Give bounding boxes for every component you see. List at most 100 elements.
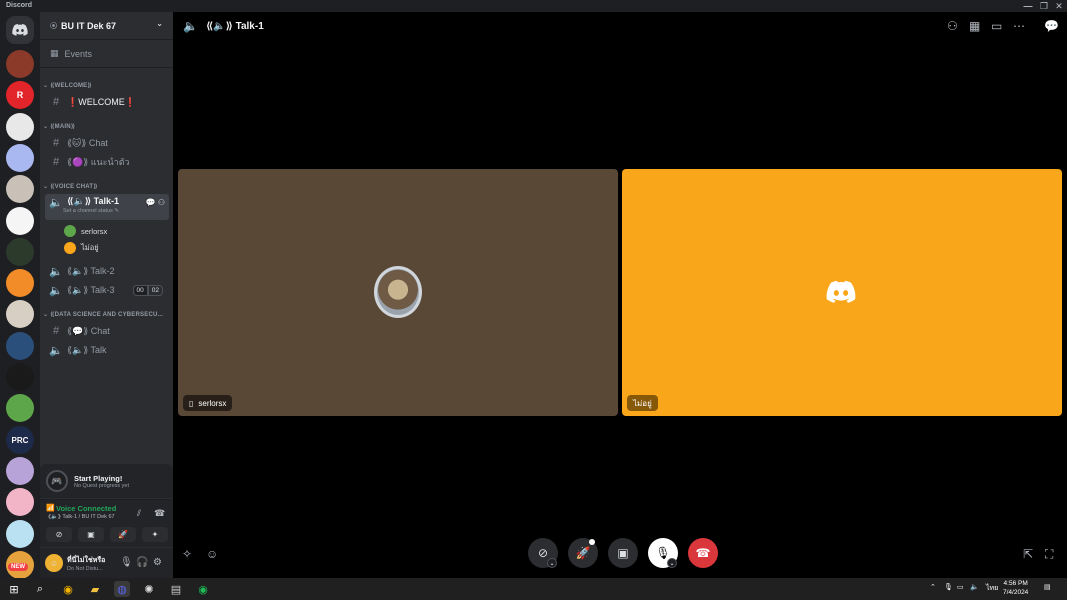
phone-hangup-icon: ☎ — [695, 546, 711, 560]
grid-layout-icon[interactable]: ▦ — [969, 19, 980, 33]
camera-off-button[interactable]: ⊘ ⌄ — [528, 538, 558, 568]
popout-icon[interactable]: ⇱ — [1023, 547, 1033, 561]
volume-icon[interactable]: 🔈 — [970, 583, 979, 591]
server-stack[interactable] — [6, 363, 34, 391]
server-bu-it[interactable] — [6, 238, 34, 266]
channel-ds-talk[interactable]: 🔈 ⟪🔈⟫ Talk — [45, 341, 169, 359]
minimize-button[interactable]: — — [1021, 0, 1035, 12]
microphone-icon[interactable]: 🎙 — [120, 557, 133, 568]
category-welcome[interactable]: ⌄ ⟪WELCOME⟫ — [43, 82, 92, 89]
server-anime-1[interactable] — [6, 175, 34, 203]
voice-location[interactable]: ⟪🔈⟫ Talk-1 / BU IT Dek 67 — [48, 514, 115, 520]
channel-talk-3[interactable]: 🔈 ⟪🔈⟫ Talk-3 00 02 — [45, 281, 169, 299]
avatar — [64, 242, 76, 254]
quest-title: Start Playing! — [74, 473, 123, 483]
channel-intro[interactable]: # ⟪🟣⟫ แนะนำตัว — [45, 153, 169, 171]
rocket-icon: 🚀 — [575, 546, 591, 560]
server-anime-2[interactable] — [6, 300, 34, 328]
search-icon[interactable]: ⌕ — [32, 581, 48, 597]
disconnect-icon[interactable]: ☎ — [154, 508, 165, 519]
quest-panel[interactable]: 🎮 Start Playing! No Quest progress yet — [40, 464, 173, 498]
chevron-down-icon[interactable]: ⌄ — [667, 558, 677, 568]
more-icon[interactable]: ⋯ — [1013, 19, 1025, 33]
category-data-science[interactable]: ⌄ ⟪DATA SCIENCE AND CYBERSECU... — [43, 311, 163, 318]
home-button[interactable] — [6, 16, 34, 44]
server-blue[interactable] — [6, 520, 34, 548]
terminal-icon[interactable]: ▤ — [168, 581, 184, 597]
voice-user-serlorsx[interactable]: serlorsx — [64, 223, 107, 239]
category-main[interactable]: ⌄ ⟪MAIN⟫ — [43, 123, 75, 130]
soundboard-button[interactable]: ✦ — [142, 527, 168, 542]
voice-user-away[interactable]: ไม่อยู่ — [64, 240, 99, 256]
screen-share-button[interactable]: ▣ — [78, 527, 104, 542]
channel-sidebar: ⦿ BU IT Dek 67 ⌄ ▦ Events ⌄ ⟪WELCOME⟫ # … — [40, 12, 173, 578]
chrome-icon[interactable]: ◉ — [60, 581, 76, 597]
channel-ds-chat[interactable]: # ⟪💬⟫ Chat — [45, 322, 169, 340]
server-bu-esports[interactable] — [6, 113, 34, 141]
discord-taskbar-icon[interactable]: ◍ — [114, 581, 130, 597]
guild-header[interactable]: ⦿ BU IT Dek 67 ⌄ — [40, 12, 173, 40]
camera-off-button[interactable]: ⊘ — [46, 527, 72, 542]
chevron-down-icon[interactable]: ⌄ — [547, 558, 557, 568]
gear-icon[interactable]: ⚙ — [153, 557, 162, 568]
participant-tile-away[interactable]: ไม่อยู่ — [622, 169, 1062, 416]
microphone-icon[interactable]: 🎙 — [944, 583, 953, 591]
channel-welcome[interactable]: # ❗WELCOME❗ — [45, 93, 169, 111]
windows-start-icon[interactable]: ⊞ — [6, 581, 22, 597]
activity-button[interactable]: 🚀 — [110, 527, 136, 542]
window-titlebar: Discord — ❐ ✕ — [0, 0, 1067, 12]
disconnect-button[interactable]: ☎ — [688, 538, 718, 568]
notification-icon[interactable]: ▤ — [1044, 583, 1051, 591]
server-avatar-1[interactable] — [6, 50, 34, 78]
soundboard-icon[interactable]: ✧ — [182, 547, 192, 561]
user-name: ที่นี่ไม่ใช่หรือ — [67, 556, 106, 564]
microphone-button[interactable]: 🎙 ⌄ — [648, 538, 678, 568]
server-night[interactable] — [6, 332, 34, 360]
user-count-badge: 00 02 — [132, 284, 163, 296]
channel-talk-1[interactable]: 🔈 ⟪🔈⟫ Talk-1 Set a channel status ✎ 💬 ⚇ — [45, 194, 169, 220]
server-city[interactable] — [6, 269, 34, 297]
signal-icon[interactable]: 📶 — [46, 504, 55, 512]
server-roblox[interactable]: R — [6, 81, 34, 109]
screen-share-button[interactable]: ▣ — [608, 538, 638, 568]
spotify-icon[interactable]: ◉ — [195, 581, 211, 597]
notification-dot — [589, 539, 595, 545]
discord-icon — [12, 24, 28, 36]
server-lit[interactable] — [6, 144, 34, 172]
speaker-icon: 🔈 — [49, 284, 63, 297]
maximize-button[interactable]: ❐ — [1037, 0, 1051, 12]
channel-talk-2[interactable]: 🔈 ⟪🔈⟫ Talk-2 — [45, 262, 169, 280]
chevron-down-icon[interactable]: ⌄ — [156, 19, 163, 28]
category-voice-chat[interactable]: ⌄ ⟪VOICE CHAT⟫ — [43, 183, 98, 190]
language-indicator[interactable]: ไทย — [986, 583, 998, 594]
events-item[interactable]: ▦ Events — [40, 40, 173, 68]
emoji-icon[interactable]: ☺ — [206, 547, 218, 561]
server-pink[interactable] — [6, 488, 34, 516]
app-icon[interactable]: ✺ — [141, 581, 157, 597]
inbox-icon[interactable]: ▭ — [991, 19, 1002, 33]
headphones-icon[interactable]: 🎧 — [136, 557, 148, 568]
activity-button[interactable]: 🚀 — [568, 538, 598, 568]
fullscreen-icon[interactable]: ⛶ — [1045, 547, 1053, 562]
server-purple[interactable] — [6, 457, 34, 485]
channel-status[interactable]: Set a channel status ✎ — [63, 208, 119, 214]
user-panel[interactable]: ☺ ที่นี่ไม่ใช่หรือ Do Not Distu... 🎙 🎧 ⚙ — [40, 548, 173, 578]
new-badge: NEW — [8, 563, 28, 571]
server-green[interactable] — [6, 394, 34, 422]
close-button[interactable]: ✕ — [1052, 0, 1066, 12]
clock[interactable]: 4:56 PM 7/4/2024 — [1003, 579, 1028, 597]
network-icon[interactable]: ▭ — [957, 583, 964, 591]
channel-chat[interactable]: # ⟪🐱⟫ Chat — [45, 134, 169, 152]
chat-icon[interactable]: 💬 ⚇ — [146, 198, 165, 207]
chevron-up-icon[interactable]: ⌃ — [930, 583, 936, 591]
file-explorer-icon[interactable]: ▰ — [87, 581, 103, 597]
avatar — [64, 225, 76, 237]
voice-status[interactable]: Voice Connected — [56, 504, 116, 513]
add-user-icon[interactable]: ⚇ — [947, 19, 958, 33]
chat-icon[interactable]: 💬 — [1044, 19, 1059, 33]
avatar[interactable]: ☺ — [45, 554, 63, 572]
participant-tile-serlorsx[interactable]: ▯ serlorsx — [178, 169, 618, 416]
server-wonder[interactable] — [6, 207, 34, 235]
server-prc[interactable]: PRC — [6, 426, 34, 454]
noise-suppression-icon[interactable]: ⫽ — [137, 508, 141, 519]
